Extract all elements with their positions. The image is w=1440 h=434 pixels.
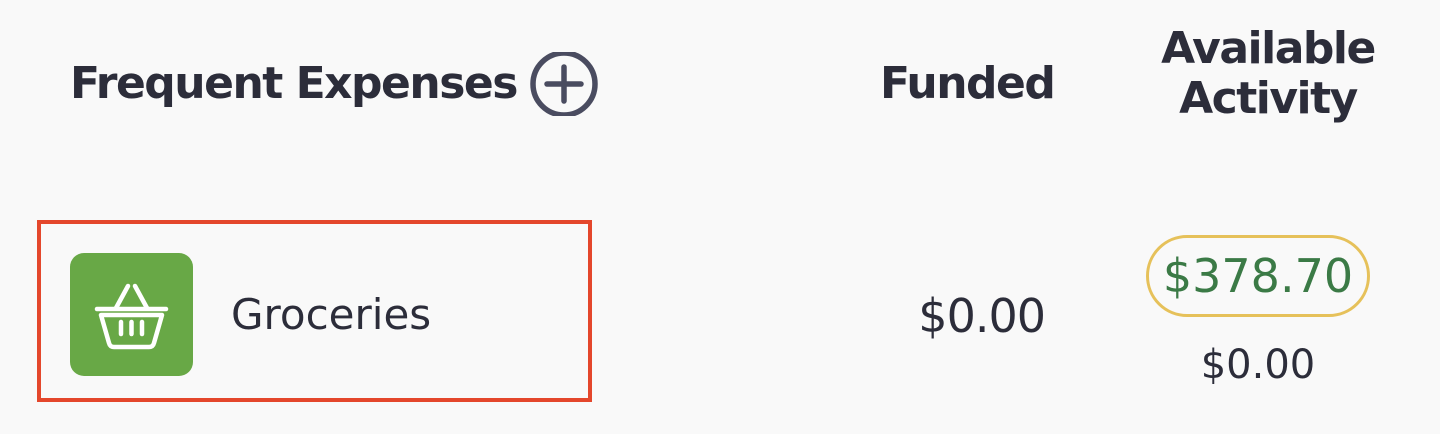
- available-header-label: Available: [1161, 23, 1376, 74]
- funded-column-header: Funded: [880, 58, 1056, 109]
- plus-circle-icon: [530, 52, 598, 116]
- category-name: Groceries: [231, 290, 432, 339]
- group-title: Frequent Expenses: [70, 58, 518, 109]
- activity-amount: $0.00: [1200, 342, 1316, 388]
- available-activity-column-header: Available Activity: [1140, 24, 1396, 124]
- budget-table: Frequent Expenses Funded Available Activ…: [0, 0, 1440, 434]
- add-category-button[interactable]: [528, 52, 600, 116]
- category-row-groceries[interactable]: Groceries: [37, 220, 592, 402]
- shopping-basket-icon: [94, 283, 169, 350]
- available-amount-badge[interactable]: $378.70: [1146, 235, 1370, 317]
- category-icon: [70, 253, 193, 376]
- funded-amount[interactable]: $0.00: [900, 288, 1046, 344]
- activity-header-label: Activity: [1179, 73, 1358, 124]
